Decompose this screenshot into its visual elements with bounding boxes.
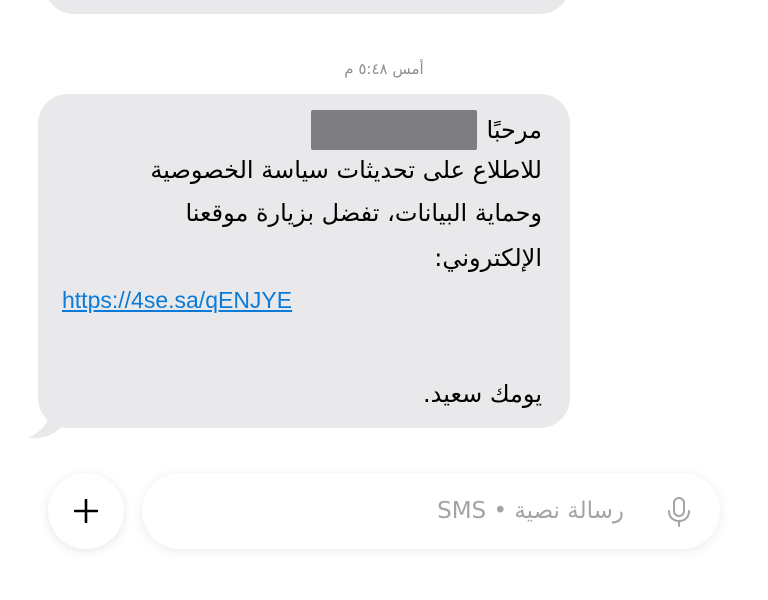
message-signoff: يومك سعيد. (423, 380, 542, 408)
message-timestamp: أمس ٥:٤٨ م (344, 60, 424, 78)
add-attachment-button[interactable] (48, 473, 124, 549)
previous-message-bubble (44, 0, 570, 14)
message-greeting-line: مرحبًا (310, 110, 543, 150)
microphone-icon[interactable] (666, 497, 692, 527)
bubble-tail (28, 402, 62, 439)
message-text-line: الإلكتروني: (434, 244, 542, 272)
message-link[interactable]: https://4se.sa/qENJYE (62, 280, 292, 320)
message-input-placeholder: رسالة نصية • SMS (437, 498, 624, 524)
redacted-name (310, 110, 477, 150)
message-text-line: وحماية البيانات، تفضل بزيارة موقعنا (185, 199, 542, 227)
message-text-line: للاطلاع على تحديثات سياسة الخصوصية (150, 156, 542, 184)
message-input-field[interactable]: رسالة نصية • SMS (142, 473, 720, 549)
message-bubble[interactable]: مرحبًا للاطلاع على تحديثات سياسة الخصوصي… (38, 94, 570, 428)
plus-icon (74, 499, 98, 523)
greeting-text: مرحبًا (486, 116, 543, 144)
